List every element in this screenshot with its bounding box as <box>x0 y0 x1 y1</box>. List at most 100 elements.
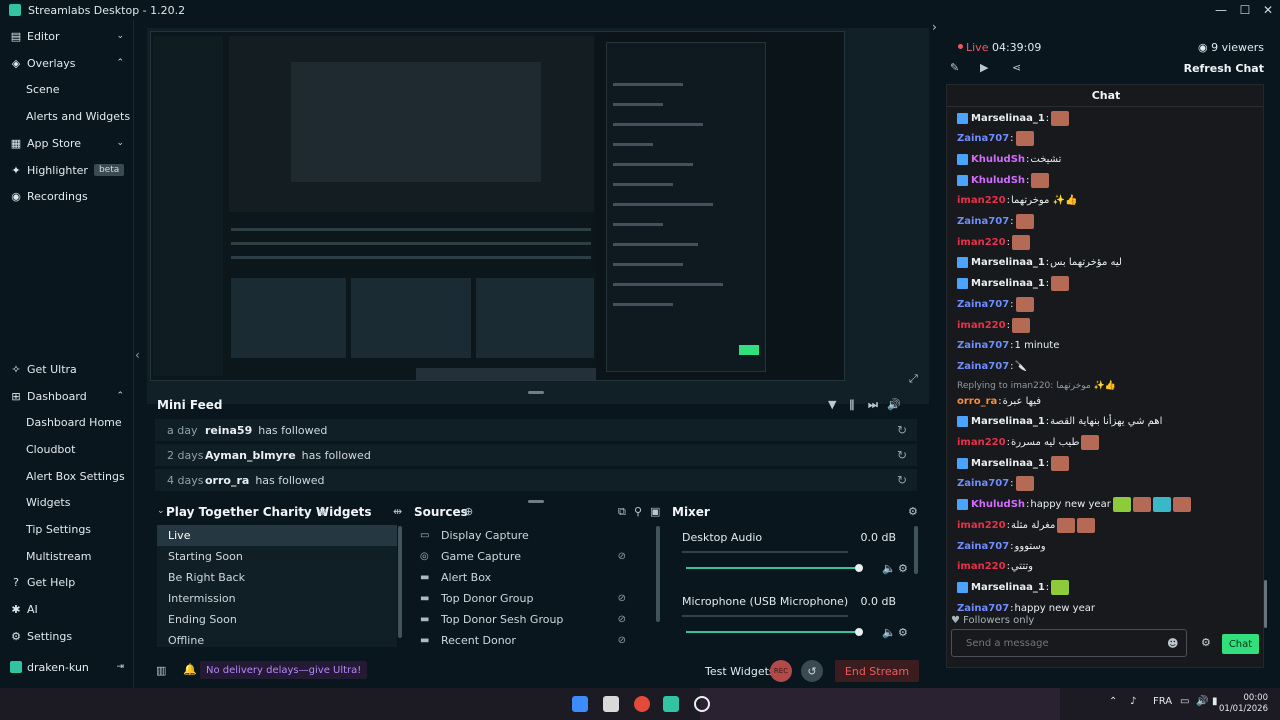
ultra-promo[interactable]: No delivery delays—give Ultra! <box>200 661 368 679</box>
sidebar-item-widgets[interactable]: Widgets <box>0 489 134 515</box>
sidebar-item-get-help[interactable]: ? Get Help <box>0 569 134 595</box>
sidebar-item-app-store[interactable]: ▦ App Store ⌄ <box>0 130 134 156</box>
emoji-icon[interactable]: ☻ <box>1167 637 1178 650</box>
collapse-sidebar-icon[interactable]: ‹ <box>135 348 140 362</box>
source-scrollbar[interactable] <box>656 526 660 622</box>
add-folder-icon[interactable]: ▣ <box>650 505 660 518</box>
fullscreen-icon[interactable]: ⤢ <box>909 372 918 386</box>
chat-username[interactable]: KhuludSh <box>971 499 1025 510</box>
mixer-volume-slider[interactable] <box>686 631 859 633</box>
user-profile[interactable]: draken-kun ⇥ <box>0 654 134 680</box>
windows-start-icon[interactable] <box>572 696 588 712</box>
chat-username[interactable]: Zaina707 <box>957 299 1009 310</box>
chat-username[interactable]: KhuludSh <box>971 154 1025 165</box>
chat-username[interactable]: Marselinaa_1 <box>971 257 1045 268</box>
chat-username[interactable]: Zaina707 <box>957 478 1009 489</box>
channel-settings-icon[interactable]: ⚙ <box>898 562 908 575</box>
edit-icon[interactable]: ✎ <box>950 61 959 74</box>
sidebar-item-cloudbot[interactable]: Cloudbot <box>0 436 134 462</box>
scene-transition-icon[interactable]: ⇹ <box>393 505 402 518</box>
chat-username[interactable]: KhuludSh <box>971 175 1025 186</box>
network-icon[interactable]: ▭ <box>1180 696 1189 707</box>
tray-chevron-icon[interactable]: ⌃ <box>1109 696 1117 707</box>
scene-item-intermission[interactable]: Intermission <box>157 588 397 609</box>
maximize-button[interactable]: ☐ <box>1233 0 1257 20</box>
test-widgets-button[interactable]: Test Widgets <box>705 665 775 678</box>
refresh-chat-button[interactable]: Refresh Chat <box>1184 62 1264 75</box>
chat-username[interactable]: Marselinaa_1 <box>971 458 1045 469</box>
chat-username[interactable]: Zaina707 <box>957 340 1009 351</box>
obs-icon[interactable] <box>694 696 710 712</box>
pause-icon[interactable]: ∥ <box>849 398 855 411</box>
logout-icon[interactable]: ⇥ <box>116 662 124 672</box>
sidebar-item-alerts-widgets[interactable]: Alerts and Widgets <box>0 103 134 129</box>
record-button[interactable]: REC <box>770 660 792 682</box>
chat-username[interactable]: Zaina707 <box>957 603 1009 614</box>
end-stream-button[interactable]: End Stream <box>835 660 919 682</box>
source-item[interactable]: ◎ Game Capture ⊘ <box>414 546 660 567</box>
volume-tray-icon[interactable]: 🔊 <box>1196 696 1208 707</box>
source-item[interactable]: ▬ Alert Box <box>414 567 660 588</box>
repeat-alert-icon[interactable]: ↻ <box>897 448 907 462</box>
chat-username[interactable]: Marselinaa_1 <box>971 582 1045 593</box>
scene-scrollbar[interactable] <box>398 526 402 638</box>
microphone-icon[interactable]: ♪ <box>1130 696 1136 707</box>
mixer-scrollbar[interactable] <box>914 526 918 574</box>
chat-username[interactable]: iman220 <box>957 437 1006 448</box>
source-screen-icon[interactable]: ⧉ <box>618 505 626 519</box>
send-message-input[interactable] <box>951 629 1187 657</box>
sidebar-item-get-ultra[interactable]: ✧ Get Ultra <box>0 356 134 382</box>
share-icon[interactable]: ⋖ <box>1012 61 1021 74</box>
eye-slash-icon[interactable]: ⊘ <box>618 551 626 562</box>
chat-scrollbar[interactable] <box>1264 580 1267 628</box>
stats-icon[interactable]: ▥ <box>156 664 166 677</box>
replay-buffer-icon[interactable]: ↺ <box>801 660 823 682</box>
mixer-volume-slider[interactable] <box>686 567 859 569</box>
repeat-alert-icon[interactable]: ↻ <box>897 423 907 437</box>
sidebar-item-dashboard-home[interactable]: Dashboard Home <box>0 409 134 435</box>
battery-icon[interactable]: ▮ <box>1212 696 1218 707</box>
chat-username[interactable]: iman220 <box>957 237 1006 248</box>
mixer-volume-knob[interactable] <box>855 628 863 636</box>
chat-username[interactable]: iman220 <box>957 561 1006 572</box>
chat-username[interactable]: Zaina707 <box>957 216 1009 227</box>
eye-slash-icon[interactable]: ⊘ <box>618 593 626 604</box>
scene-item-offline[interactable]: Offline <box>157 630 397 647</box>
sidebar-item-overlays[interactable]: ◈ Overlays ⌃ <box>0 50 134 76</box>
source-item[interactable]: ▬ Top Donor Sesh Group ⊘ <box>414 609 660 630</box>
mute-icon[interactable]: 🔈 <box>882 626 896 639</box>
resize-handle[interactable] <box>528 500 544 503</box>
scene-item-live[interactable]: Live <box>157 525 397 546</box>
mixer-settings-icon[interactable]: ⚙ <box>908 505 918 518</box>
chat-username[interactable]: iman220 <box>957 195 1006 206</box>
repeat-alert-icon[interactable]: ↻ <box>897 473 907 487</box>
sidebar-item-multistream[interactable]: Multistream <box>0 543 134 569</box>
chat-username[interactable]: Marselinaa_1 <box>971 113 1045 124</box>
source-item[interactable]: ▬ Recent Donor ⊘ <box>414 630 660 647</box>
collapse-chat-icon[interactable]: › <box>932 20 937 34</box>
chat-username[interactable]: orro_ra <box>957 396 997 407</box>
stream-preview[interactable] <box>150 31 845 381</box>
mute-icon[interactable]: 🔈 <box>882 562 896 575</box>
sidebar-item-alert-box-settings[interactable]: Alert Box Settings <box>0 463 134 489</box>
chat-username[interactable]: Zaina707 <box>957 133 1009 144</box>
scene-item-be-right-back[interactable]: Be Right Back <box>157 567 397 588</box>
keyboard-language[interactable]: FRA <box>1153 696 1172 707</box>
streamlabs-taskbar-icon[interactable] <box>663 696 679 712</box>
sidebar-item-tip-settings[interactable]: Tip Settings <box>0 516 134 542</box>
source-mic-icon[interactable]: ⚲ <box>634 505 642 518</box>
mixer-volume-knob[interactable] <box>855 564 863 572</box>
sidebar-item-editor[interactable]: ▤ Editor ⌄ <box>0 23 134 49</box>
add-scene-icon[interactable]: ⊕ <box>318 505 327 518</box>
source-item[interactable]: ▬ Top Donor Group ⊘ <box>414 588 660 609</box>
chat-username[interactable]: Marselinaa_1 <box>971 278 1045 289</box>
sidebar-item-settings[interactable]: ⚙ Settings <box>0 623 134 649</box>
file-explorer-icon[interactable] <box>603 696 619 712</box>
chrome-icon[interactable] <box>634 696 650 712</box>
scene-item-starting-soon[interactable]: Starting Soon <box>157 546 397 567</box>
system-clock[interactable]: 00:00 01/01/2026 <box>1219 693 1268 715</box>
chat-username[interactable]: Zaina707 <box>957 361 1009 372</box>
volume-icon[interactable]: 🔊 <box>887 398 901 411</box>
camera-icon[interactable]: ▶ <box>980 61 988 74</box>
chat-settings-icon[interactable]: ⚙ <box>1201 636 1211 649</box>
